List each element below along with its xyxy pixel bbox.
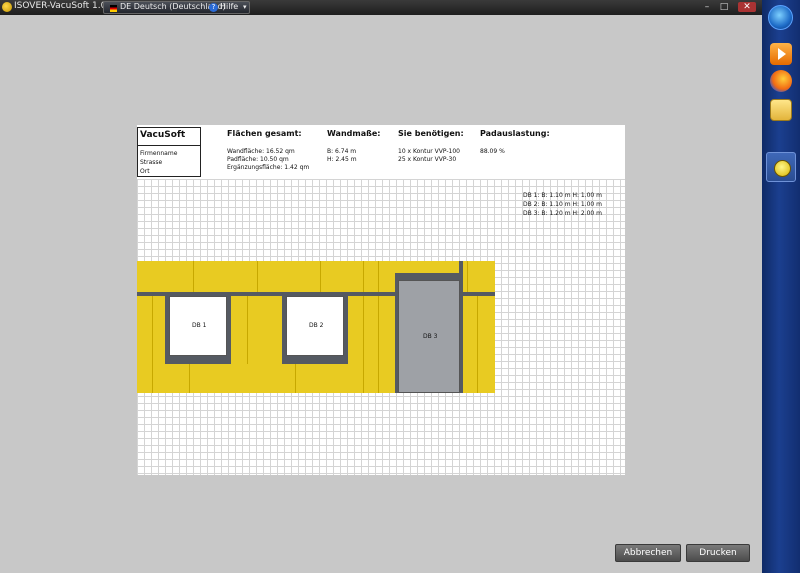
db3-dimensions: DB 3: B: 1.20 m H: 2.00 m [523, 210, 603, 217]
title-bar: ISOVER-VacuSoft 1.0 DE Deutsch (Deutschl… [0, 0, 762, 15]
wall-height: H: 2.45 m [327, 156, 357, 163]
pad-seam [189, 364, 190, 393]
db2-opening: DB 2 [286, 296, 344, 356]
pad-seam [152, 296, 153, 393]
divider [138, 145, 200, 146]
sheet-header: VacuSoft Firmenname Strasse Ort Flächen … [137, 125, 625, 179]
city: Ort [140, 168, 150, 175]
pad-seam [295, 364, 296, 393]
wall-layout: DB 1 DB 2 DB 3 [137, 261, 495, 393]
pad-seam [363, 261, 364, 292]
wall-width: B: 6.74 m [327, 148, 357, 155]
flaechen-heading: Flächen gesamt: [227, 129, 302, 138]
pad-seam [193, 261, 194, 292]
db2-label: DB 2 [309, 322, 324, 329]
company-name: Firmenname [140, 150, 178, 157]
benoetigen-heading: Sie benötigen: [398, 129, 464, 138]
media-player-icon[interactable] [770, 43, 792, 65]
pad-seam [467, 261, 468, 292]
pad-seam [247, 296, 248, 364]
maximize-button[interactable]: □ [717, 2, 731, 12]
help-menu[interactable]: Hilfe [220, 2, 238, 11]
pad-seam [477, 296, 478, 393]
pad-seam [363, 296, 364, 393]
street: Strasse [140, 159, 163, 166]
db1-label: DB 1 [192, 322, 207, 329]
requirement-line: 25 x Kontur VVP-30 [398, 156, 457, 163]
ergaenzungsflaeche: Ergänzungsfläche: 1.42 qm [227, 164, 310, 171]
help-icon[interactable]: ? [209, 3, 218, 12]
minimize-button[interactable]: – [700, 2, 714, 12]
print-preview-sheet: VacuSoft Firmenname Strasse Ort Flächen … [137, 125, 625, 475]
pad-seam [378, 261, 379, 292]
db1-dimensions: DB 1: B: 1.10 m H: 1.00 m [523, 192, 603, 199]
wandflaeche: Wandfläche: 16.52 qm [227, 148, 295, 155]
window-title: ISOVER-VacuSoft 1.0 [14, 1, 107, 11]
padauslastung-heading: Padauslastung: [480, 129, 550, 138]
language-help-bar: DE Deutsch (Deutschland) ? Hilfe ▾ [103, 1, 250, 14]
vacusoft-taskbar-icon[interactable] [766, 152, 796, 182]
vacusoft-app-icon [2, 2, 12, 12]
chevron-down-icon[interactable]: ▾ [243, 3, 247, 11]
close-button[interactable]: ✕ [738, 2, 756, 12]
folder-icon[interactable] [770, 99, 792, 121]
cancel-button[interactable]: Abbrechen [615, 544, 681, 562]
firefox-icon[interactable] [770, 70, 792, 92]
brand-title: VacuSoft [140, 130, 186, 140]
pad-seam [378, 296, 379, 393]
db3-label: DB 3 [423, 333, 438, 340]
padflaeche: Padfläche: 10.50 qm [227, 156, 289, 163]
wandmasse-heading: Wandmaße: [327, 129, 381, 138]
start-orb-icon[interactable] [768, 5, 793, 30]
db1-opening: DB 1 [169, 296, 227, 356]
taskbar [762, 0, 800, 573]
padauslastung-value: 88.09 % [480, 148, 505, 155]
db2-dimensions: DB 2: B: 1.10 m H: 1.00 m [523, 201, 603, 208]
pad-seam [320, 261, 321, 292]
pad-seam [257, 261, 258, 292]
german-flag-icon [110, 5, 117, 12]
db3-opening: DB 3 [398, 280, 460, 393]
print-button[interactable]: Drucken [686, 544, 750, 562]
address-box: VacuSoft Firmenname Strasse Ort [137, 127, 201, 177]
requirement-line: 10 x Kontur VVP-100 [398, 148, 460, 155]
